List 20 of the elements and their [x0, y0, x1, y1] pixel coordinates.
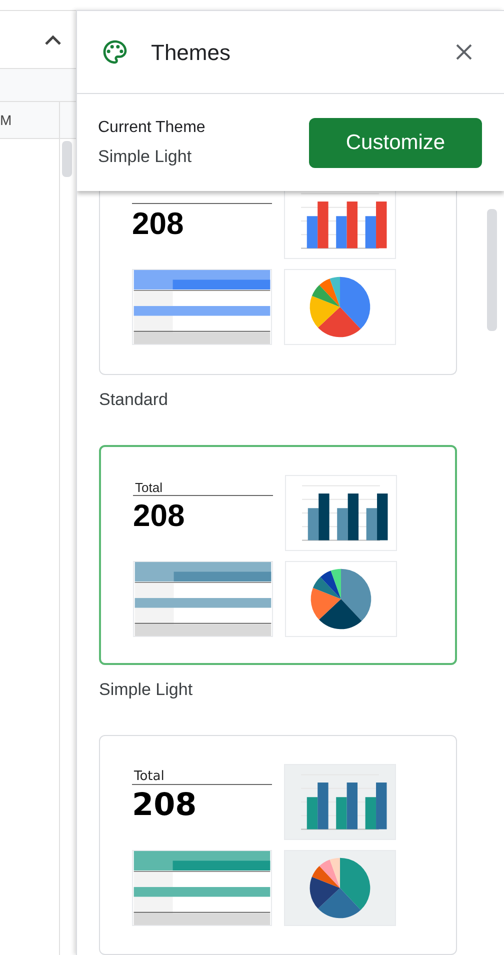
current-theme-label: Current Theme [98, 118, 206, 138]
total-label: Total [135, 481, 162, 494]
scrollbar-thumb[interactable] [62, 141, 72, 177]
total-label: Total [134, 770, 164, 783]
scrollbar-thumb[interactable] [487, 209, 497, 331]
close-icon [456, 44, 472, 60]
current-theme-name: Simple Light [98, 146, 193, 168]
total-value: 208 [132, 205, 185, 243]
customize-button[interactable]: Customize [309, 118, 482, 168]
theme-card[interactable]: 208 [99, 191, 457, 375]
theme-card[interactable]: Total 208 [99, 445, 457, 665]
total-value: 208 [132, 786, 198, 825]
column-header[interactable]: M [0, 110, 12, 130]
chevron-up-icon[interactable] [44, 34, 62, 46]
theme-card[interactable]: Total 208 [99, 735, 457, 955]
total-value: 208 [133, 497, 186, 535]
palette-icon [101, 38, 129, 66]
panel-title: Themes [151, 38, 232, 66]
theme-name: Standard [99, 390, 168, 409]
theme-name: Simple Light [99, 680, 193, 699]
